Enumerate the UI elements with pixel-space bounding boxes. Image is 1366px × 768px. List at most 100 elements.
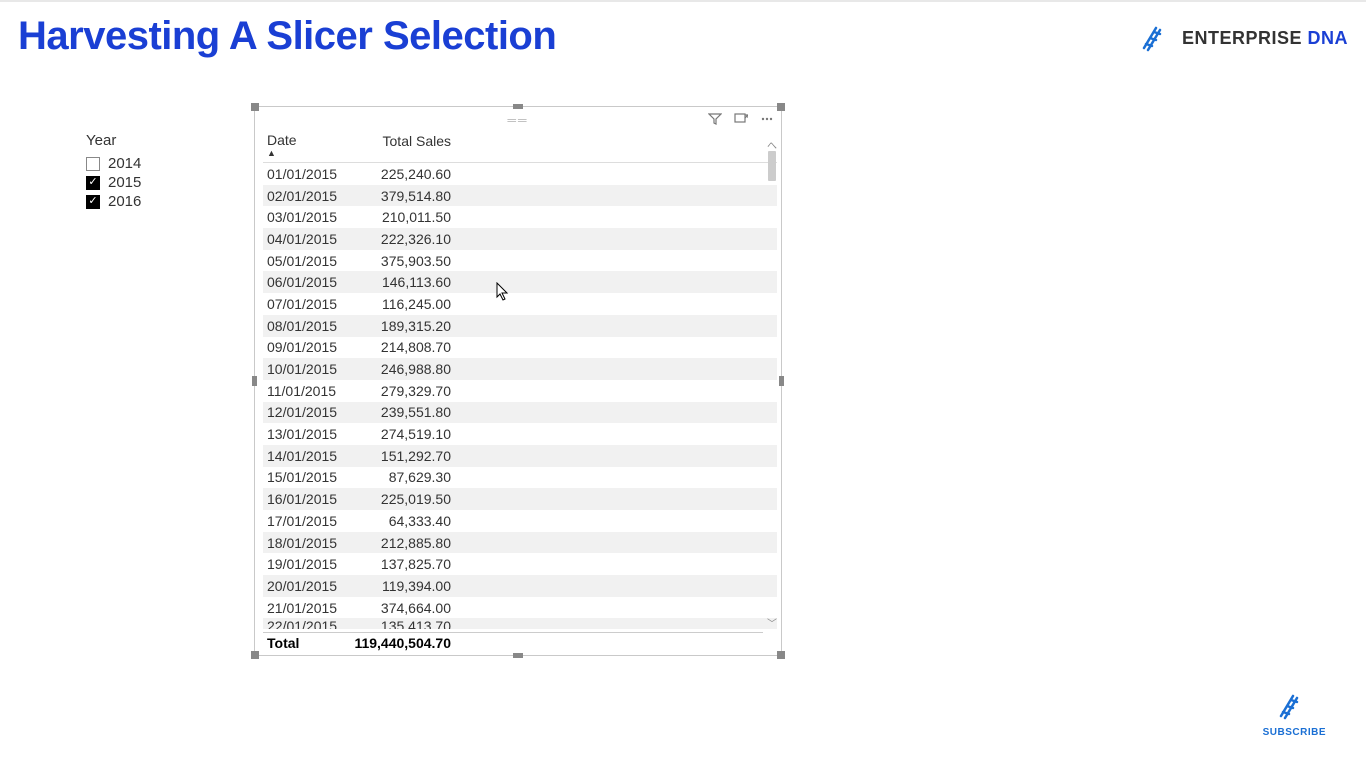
table-row[interactable]: 16/01/2015225,019.50 xyxy=(263,488,777,510)
cell-sales: 375,903.50 xyxy=(343,253,455,269)
slicer-item-2015[interactable]: ✓ 2015 xyxy=(86,174,226,191)
scroll-track[interactable] xyxy=(768,151,776,613)
cell-date: 20/01/2015 xyxy=(263,578,343,594)
cell-sales: 246,988.80 xyxy=(343,361,455,377)
checkbox-icon[interactable] xyxy=(86,157,100,171)
cell-sales: 87,629.30 xyxy=(343,469,455,485)
cell-sales: 212,885.80 xyxy=(343,535,455,551)
cell-sales: 379,514.80 xyxy=(343,188,455,204)
checkbox-icon[interactable]: ✓ xyxy=(86,176,100,190)
table-row[interactable]: 08/01/2015189,315.20 xyxy=(263,315,777,337)
brand-name-accent: DNA xyxy=(1308,28,1349,48)
cell-sales: 189,315.20 xyxy=(343,318,455,334)
cell-date: 06/01/2015 xyxy=(263,274,343,290)
checkbox-icon[interactable]: ✓ xyxy=(86,195,100,209)
table-row[interactable]: 22/01/2015135,413.70 xyxy=(263,618,777,629)
slicer-item-2016[interactable]: ✓ 2016 xyxy=(86,193,226,210)
resize-handle[interactable] xyxy=(251,103,259,111)
resize-handle[interactable] xyxy=(777,651,785,659)
cell-sales: 225,240.60 xyxy=(343,166,455,182)
table-row[interactable]: 01/01/2015225,240.60 xyxy=(263,163,777,185)
cell-date: 19/01/2015 xyxy=(263,556,343,572)
table-row[interactable]: 14/01/2015151,292.70 xyxy=(263,445,777,467)
table-row[interactable]: 06/01/2015146,113.60 xyxy=(263,271,777,293)
table-row[interactable]: 18/01/2015212,885.80 xyxy=(263,532,777,554)
table-header: Date ▲ Total Sales xyxy=(263,133,777,163)
filter-icon[interactable] xyxy=(707,111,723,127)
cell-date: 15/01/2015 xyxy=(263,469,343,485)
cell-sales: 225,019.50 xyxy=(343,491,455,507)
table-row[interactable]: 07/01/2015116,245.00 xyxy=(263,293,777,315)
visual-toolbar xyxy=(707,111,775,127)
dna-icon xyxy=(1277,692,1311,720)
scroll-down-icon[interactable]: ﹀ xyxy=(765,615,779,627)
cell-sales: 274,519.10 xyxy=(343,426,455,442)
table-body: 01/01/2015225,240.6002/01/2015379,514.80… xyxy=(263,163,777,629)
slicer-item-label: 2014 xyxy=(108,155,141,172)
cell-sales: 146,113.60 xyxy=(343,274,455,290)
table-row[interactable]: 05/01/2015375,903.50 xyxy=(263,250,777,272)
resize-handle[interactable] xyxy=(779,376,784,386)
cell-sales: 119,394.00 xyxy=(343,578,455,594)
cell-sales: 214,808.70 xyxy=(343,339,455,355)
page-title: Harvesting A Slicer Selection xyxy=(18,14,556,59)
column-header-date[interactable]: Date ▲ xyxy=(263,133,343,158)
table-row[interactable]: 17/01/201564,333.40 xyxy=(263,510,777,532)
resize-handle[interactable] xyxy=(777,103,785,111)
slicer-item-label: 2015 xyxy=(108,174,141,191)
cell-date: 08/01/2015 xyxy=(263,318,343,334)
cell-sales: 279,329.70 xyxy=(343,383,455,399)
cell-date: 10/01/2015 xyxy=(263,361,343,377)
divider xyxy=(0,0,1366,2)
table-row[interactable]: 11/01/2015279,329.70 xyxy=(263,380,777,402)
cell-sales: 222,326.10 xyxy=(343,231,455,247)
cell-date: 11/01/2015 xyxy=(263,383,343,399)
table-row[interactable]: 03/01/2015210,011.50 xyxy=(263,206,777,228)
subscribe-badge[interactable]: SUBSCRIBE xyxy=(1263,692,1326,738)
cell-date: 01/01/2015 xyxy=(263,166,343,182)
table-row[interactable]: 15/01/201587,629.30 xyxy=(263,467,777,489)
table-row[interactable]: 02/01/2015379,514.80 xyxy=(263,185,777,207)
cell-date: 17/01/2015 xyxy=(263,513,343,529)
table-row[interactable]: 20/01/2015119,394.00 xyxy=(263,575,777,597)
cell-date: 21/01/2015 xyxy=(263,600,343,616)
resize-handle[interactable] xyxy=(513,653,523,658)
slicer-item-2014[interactable]: 2014 xyxy=(86,155,226,172)
scroll-up-icon[interactable]: へ xyxy=(765,137,779,149)
more-options-icon[interactable] xyxy=(759,111,775,127)
cell-date: 22/01/2015 xyxy=(263,618,343,629)
cell-date: 13/01/2015 xyxy=(263,426,343,442)
focus-mode-icon[interactable] xyxy=(733,111,749,127)
table-row[interactable]: 19/01/2015137,825.70 xyxy=(263,553,777,575)
cell-sales: 151,292.70 xyxy=(343,448,455,464)
column-header-sales[interactable]: Total Sales xyxy=(343,133,455,158)
cell-date: 18/01/2015 xyxy=(263,535,343,551)
resize-handle[interactable] xyxy=(251,651,259,659)
brand-name-main: ENTERPRISE xyxy=(1182,28,1308,48)
drag-handle-icon[interactable]: ══ xyxy=(507,113,528,127)
cell-date: 05/01/2015 xyxy=(263,253,343,269)
table-visual[interactable]: ══ Date ▲ Total Sales 01/01/2015225,240.… xyxy=(254,106,782,656)
cell-sales: 374,664.00 xyxy=(343,600,455,616)
table-row[interactable]: 21/01/2015374,664.00 xyxy=(263,597,777,619)
cell-date: 12/01/2015 xyxy=(263,404,343,420)
resize-handle[interactable] xyxy=(252,376,257,386)
dna-icon xyxy=(1140,24,1174,52)
cell-sales: 239,551.80 xyxy=(343,404,455,420)
table-footer: Total 119,440,504.70 xyxy=(263,632,763,651)
resize-handle[interactable] xyxy=(513,104,523,109)
cell-sales: 135,413.70 xyxy=(343,618,455,629)
footer-label: Total xyxy=(263,635,343,651)
cell-date: 02/01/2015 xyxy=(263,188,343,204)
table-row[interactable]: 10/01/2015246,988.80 xyxy=(263,358,777,380)
slicer-item-label: 2016 xyxy=(108,193,141,210)
cell-date: 16/01/2015 xyxy=(263,491,343,507)
scrollbar[interactable]: へ ﹀ xyxy=(765,137,779,627)
table-row[interactable]: 09/01/2015214,808.70 xyxy=(263,337,777,359)
column-header-label: Date xyxy=(267,133,343,147)
table-row[interactable]: 13/01/2015274,519.10 xyxy=(263,423,777,445)
table-row[interactable]: 04/01/2015222,326.10 xyxy=(263,228,777,250)
year-slicer: Year 2014✓2015✓2016 xyxy=(86,132,226,212)
table-row[interactable]: 12/01/2015239,551.80 xyxy=(263,402,777,424)
scroll-thumb[interactable] xyxy=(768,151,776,181)
